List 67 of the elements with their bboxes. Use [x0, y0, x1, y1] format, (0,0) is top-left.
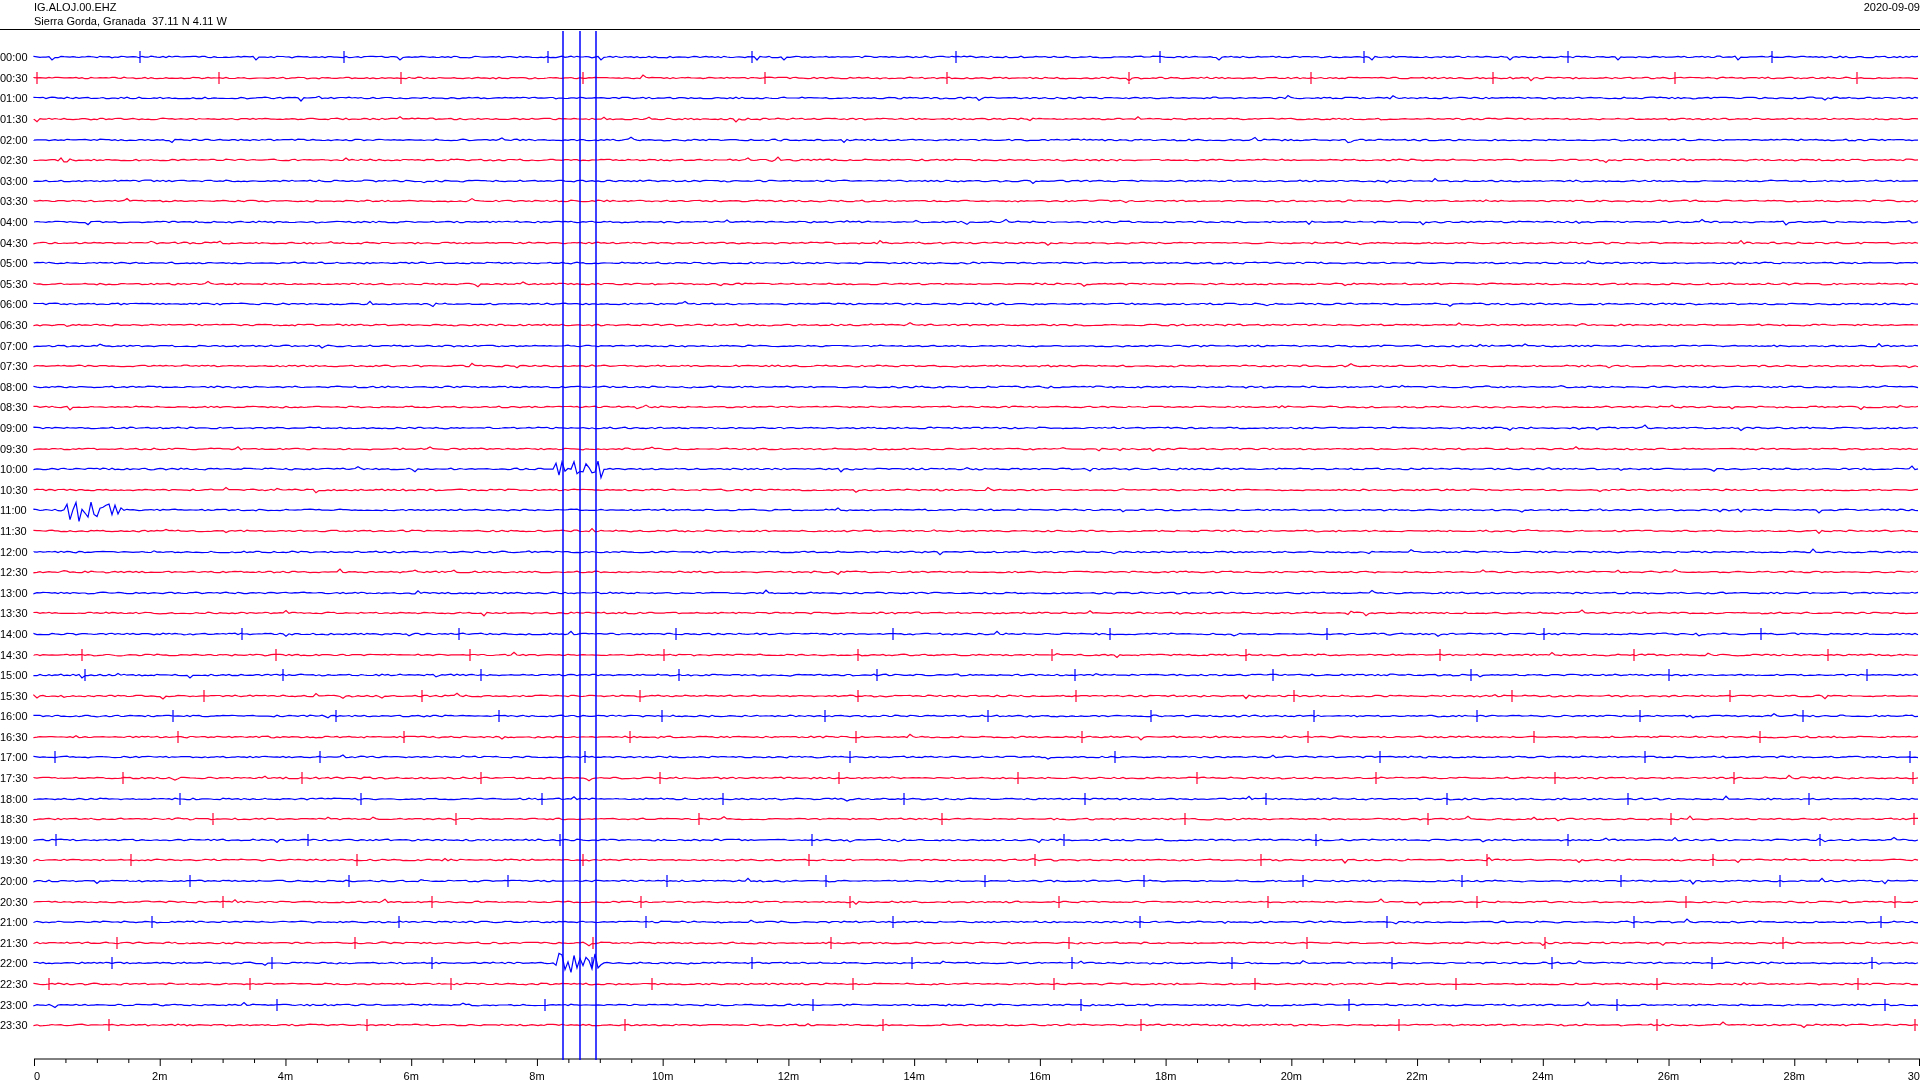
row-time-label: 03:30: [0, 195, 29, 208]
row-time-label: 04:00: [0, 216, 29, 229]
row-time-label: 11:00: [0, 504, 28, 517]
row-time-label: 18:30: [0, 813, 29, 826]
axis-tick-label: 28m: [1783, 1069, 1805, 1080]
row-time-label: 21:00: [0, 916, 29, 929]
row-time-label: 20:00: [0, 875, 29, 888]
axis-tick-label: 2m: [152, 1069, 168, 1080]
row-time-label: 00:30: [0, 71, 29, 84]
row-time-label: 11:30: [0, 524, 28, 537]
row-time-label: 23:00: [0, 998, 29, 1011]
row-time-label: 10:30: [0, 483, 29, 496]
row-time-label: 21:30: [0, 936, 29, 949]
row-time-label: 14:00: [0, 627, 29, 640]
axis-tick-label: 30: [1907, 1069, 1920, 1080]
axis-tick-label: 20m: [1280, 1069, 1303, 1080]
row-time-label: 09:00: [0, 422, 29, 434]
row-time-label: 08:30: [0, 401, 29, 414]
row-time-label: 16:30: [0, 730, 29, 743]
row-time-label: 10:00: [0, 463, 29, 476]
row-time-label: 03:00: [0, 174, 29, 187]
axis-tick-label: 4m: [277, 1069, 294, 1080]
row-time-label: 04:30: [0, 236, 29, 249]
row-time-label: 18:00: [0, 792, 29, 805]
axis-tick-label: 6m: [403, 1069, 419, 1080]
axis-tick-label: 22m: [1406, 1069, 1428, 1080]
row-time-label: 06:30: [0, 319, 29, 331]
row-time-label: 13:00: [0, 586, 29, 599]
station-code: IG.ALOJ.00.EHZ: [34, 0, 118, 14]
row-time-label: 15:30: [0, 689, 29, 702]
axis-tick-label: 14m: [903, 1069, 925, 1080]
row-time-label: 01:00: [0, 92, 29, 105]
row-time-label: 23:30: [0, 1019, 29, 1032]
axis-tick-label: 10m: [651, 1069, 674, 1080]
row-time-label: 19:30: [0, 854, 29, 867]
record-date: 2020-09-09: [1863, 0, 1920, 15]
row-time-label: 20:30: [0, 895, 29, 908]
row-time-label: 06:00: [0, 298, 29, 311]
row-time-label: 00:00: [0, 51, 29, 64]
row-time-label: 07:30: [0, 360, 29, 373]
row-time-label: 14:30: [0, 648, 29, 661]
row-time-label: 08:00: [0, 380, 29, 393]
station-location: Sierra Gorda, Granada 37.11 N 4.11 W: [34, 14, 227, 28]
row-time-label: 16:00: [0, 710, 29, 723]
row-time-label: 17:00: [0, 751, 29, 764]
axis-tick-label: 8m: [529, 1069, 545, 1080]
axis-tick-label: 18m: [1154, 1069, 1177, 1080]
axis-tick-label: 16m: [1029, 1069, 1051, 1080]
row-time-label: 07:00: [0, 339, 29, 352]
axis-tick-label: 26m: [1657, 1069, 1680, 1080]
row-time-label: 15:00: [0, 669, 29, 682]
row-time-label: 22:30: [0, 978, 29, 990]
row-time-label: 09:30: [0, 442, 29, 455]
row-time-label: 13:30: [0, 607, 29, 620]
axis-tick-label: 24m: [1532, 1069, 1554, 1080]
row-time-label: 22:00: [0, 957, 29, 970]
row-time-label: 17:30: [0, 772, 29, 785]
row-time-label: 19:00: [0, 833, 29, 846]
row-time-label: 02:30: [0, 154, 29, 167]
row-time-label: 05:30: [0, 277, 29, 290]
row-time-label: 01:30: [0, 113, 29, 126]
row-time-label: 05:00: [0, 257, 29, 270]
row-time-label: 12:30: [0, 566, 29, 579]
axis-tick-label: 12m: [777, 1069, 800, 1080]
row-time-label: 12:00: [0, 545, 29, 558]
row-time-label: 02:00: [0, 133, 29, 146]
axis-tick-label: 0: [34, 1069, 41, 1080]
